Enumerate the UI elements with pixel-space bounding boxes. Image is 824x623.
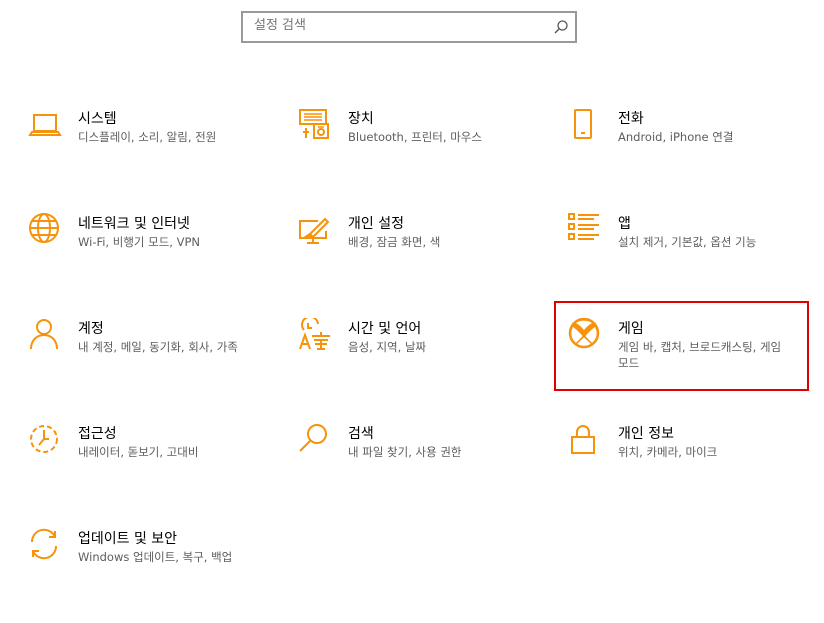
globe-icon [28,213,64,249]
search-icon[interactable] [553,19,569,35]
tile-title: 개인 정보 [618,426,674,442]
tile-title: 업데이트 및 보안 [78,531,178,547]
sync-icon [28,528,64,564]
tile-description: 내레이터, 돋보기, 고대비 [78,445,199,459]
personalization-icon [298,213,334,249]
tile-title: 장치 [348,111,374,127]
tile-update-security[interactable]: 업데이트 및 보안 Windows 업데이트, 복구, 백업 [28,528,258,608]
search-box[interactable] [241,11,577,43]
tile-description: 내 계정, 메일, 동기화, 회사, 가족 [78,340,238,354]
tile-title: 계정 [78,321,104,337]
laptop-icon [28,108,64,144]
tile-title: 네트워크 및 인터넷 [78,216,190,232]
tile-title: 개인 설정 [348,216,404,232]
tile-title: 시간 및 언어 [348,321,422,337]
tile-ease-of-access[interactable]: 접근성 내레이터, 돋보기, 고대비 [28,423,258,503]
lock-icon [568,423,604,459]
tile-search[interactable]: 검색 내 파일 찾기, 사용 권한 [298,423,528,503]
search-icon [298,423,334,459]
tile-description: 설치 제거, 기본값, 옵션 기능 [618,235,757,249]
tile-description: 위치, 카메라, 마이크 [618,445,718,459]
tile-title: 검색 [348,426,374,442]
ease-of-access-icon [28,423,64,459]
tile-description: Wi-Fi, 비행기 모드, VPN [78,235,201,249]
apps-list-icon [568,213,604,249]
tile-description: Android, iPhone 연결 [618,130,734,144]
tile-title: 전화 [618,111,644,127]
selection-highlight-box [554,301,809,391]
tile-system[interactable]: 시스템 디스플레이, 소리, 알림, 전원 [28,108,258,188]
person-icon [28,318,64,354]
tile-devices[interactable]: 장치 Bluetooth, 프린터, 마우스 [298,108,528,188]
tile-description: 음성, 지역, 날짜 [348,340,427,354]
tile-network[interactable]: 네트워크 및 인터넷 Wi-Fi, 비행기 모드, VPN [28,213,258,293]
tile-description: 내 파일 찾기, 사용 권한 [348,445,462,459]
search-input[interactable] [254,18,544,33]
tile-apps[interactable]: 앱 설치 제거, 기본값, 옵션 기능 [568,213,798,293]
phone-icon [568,108,604,144]
tile-description: Bluetooth, 프린터, 마우스 [348,130,482,144]
tile-title: 시스템 [78,111,117,127]
tile-phone[interactable]: 전화 Android, iPhone 연결 [568,108,798,188]
time-language-icon [298,318,334,354]
tile-description: Windows 업데이트, 복구, 백업 [78,550,233,564]
tile-accounts[interactable]: 계정 내 계정, 메일, 동기화, 회사, 가족 [28,318,258,398]
devices-icon [298,108,334,144]
tile-privacy[interactable]: 개인 정보 위치, 카메라, 마이크 [568,423,798,503]
tile-time-language[interactable]: 시간 및 언어 음성, 지역, 날짜 [298,318,528,398]
tile-title: 접근성 [78,426,117,442]
tile-title: 앱 [618,216,631,232]
tile-description: 디스플레이, 소리, 알림, 전원 [78,130,217,144]
tile-description: 배경, 잠금 화면, 색 [348,235,441,249]
tile-personalization[interactable]: 개인 설정 배경, 잠금 화면, 색 [298,213,528,293]
